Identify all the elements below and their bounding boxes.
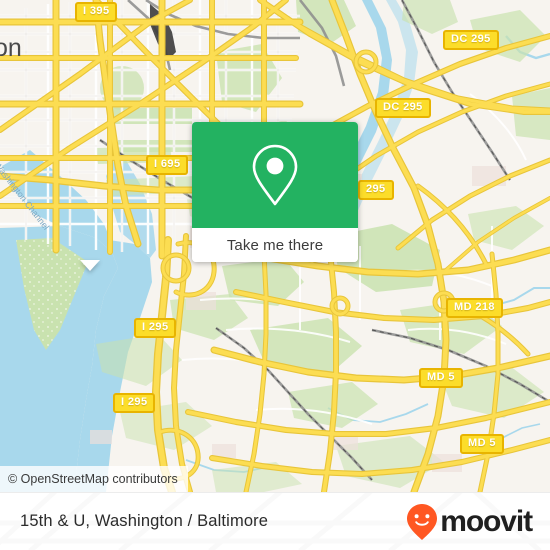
shield-i-395[interactable]: I 395 [75,2,118,22]
callout-icon-area [192,122,358,228]
location-title: 15th & U, Washington / Baltimore [20,512,269,530]
shield-i-295-a[interactable]: I 295 [134,318,177,338]
map-screenshot: on Washington Channel I 395 DC 295 DC 29… [0,0,550,550]
location-callout-card[interactable]: Take me there [192,122,358,262]
shield-i-695[interactable]: I 695 [146,155,189,175]
callout-action-area[interactable]: Take me there [192,228,358,262]
moovit-pin-smiley-icon [407,503,438,540]
moovit-wordmark: moovit [440,504,533,538]
shield-295[interactable]: 295 [358,180,394,200]
osm-attribution[interactable]: © OpenStreetMap contributors [0,466,188,492]
shield-dc-295-a[interactable]: DC 295 [443,30,499,50]
map-viewport[interactable]: on Washington Channel I 395 DC 295 DC 29… [0,0,550,492]
shield-md-5-b[interactable]: MD 5 [460,434,504,454]
shield-md-218[interactable]: MD 218 [446,298,503,318]
shield-md-5-a[interactable]: MD 5 [419,368,463,388]
footer-bar: 15th & U, Washington / Baltimore moovit [0,492,550,550]
shield-dc-295-b[interactable]: DC 295 [375,98,431,118]
moovit-brand[interactable]: moovit [406,503,533,541]
map-pin-icon [252,144,298,206]
shield-i-295-b[interactable]: I 295 [113,393,156,413]
callout-pointer-tail [80,260,100,271]
map-city-label: on [0,34,22,62]
take-me-there-label: Take me there [226,236,324,254]
